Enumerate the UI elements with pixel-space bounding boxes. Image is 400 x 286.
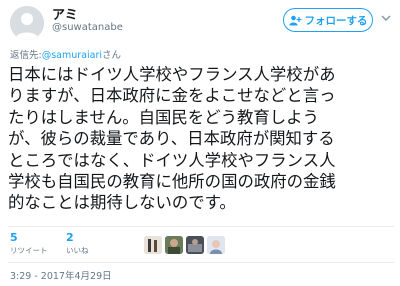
divider xyxy=(8,226,394,227)
avatar[interactable] xyxy=(10,6,44,40)
reply-to-mention[interactable]: @samuraiari xyxy=(42,50,102,61)
follow-button[interactable]: フォローする xyxy=(283,8,373,32)
chevron-down-icon[interactable] xyxy=(379,11,393,25)
liker-avatar[interactable] xyxy=(186,236,204,254)
tweet-timestamp[interactable]: 3:29 - 2017年4月29日 xyxy=(10,268,112,282)
retweet-stat[interactable]: 5 リツイート xyxy=(10,231,48,256)
add-user-icon xyxy=(289,15,302,26)
divider xyxy=(8,262,394,263)
like-stat[interactable]: 2 いいね xyxy=(66,231,89,256)
likers-list xyxy=(144,236,225,254)
like-label: いいね xyxy=(66,246,89,255)
reply-to-suffix: さん xyxy=(101,50,121,61)
liker-avatar[interactable] xyxy=(207,236,225,254)
retweet-label: リツイート xyxy=(10,246,48,255)
reply-to-prefix: 返信先: xyxy=(10,50,42,61)
user-handle[interactable]: @suwatanabe xyxy=(52,22,123,33)
retweet-count: 5 xyxy=(10,231,18,244)
default-avatar-icon xyxy=(10,6,44,40)
liker-avatar[interactable] xyxy=(165,236,183,254)
reply-to: 返信先:@samuraiariさん xyxy=(10,47,121,61)
liker-avatar[interactable] xyxy=(144,236,162,254)
tweet-text: 日本にはドイツ人学校やフランス人学校があ りますが、日本政府に金をよこせなどと言… xyxy=(8,65,336,213)
like-count: 2 xyxy=(66,231,74,244)
follow-button-label: フォローする xyxy=(304,14,368,27)
display-name[interactable]: アミ xyxy=(52,4,78,23)
